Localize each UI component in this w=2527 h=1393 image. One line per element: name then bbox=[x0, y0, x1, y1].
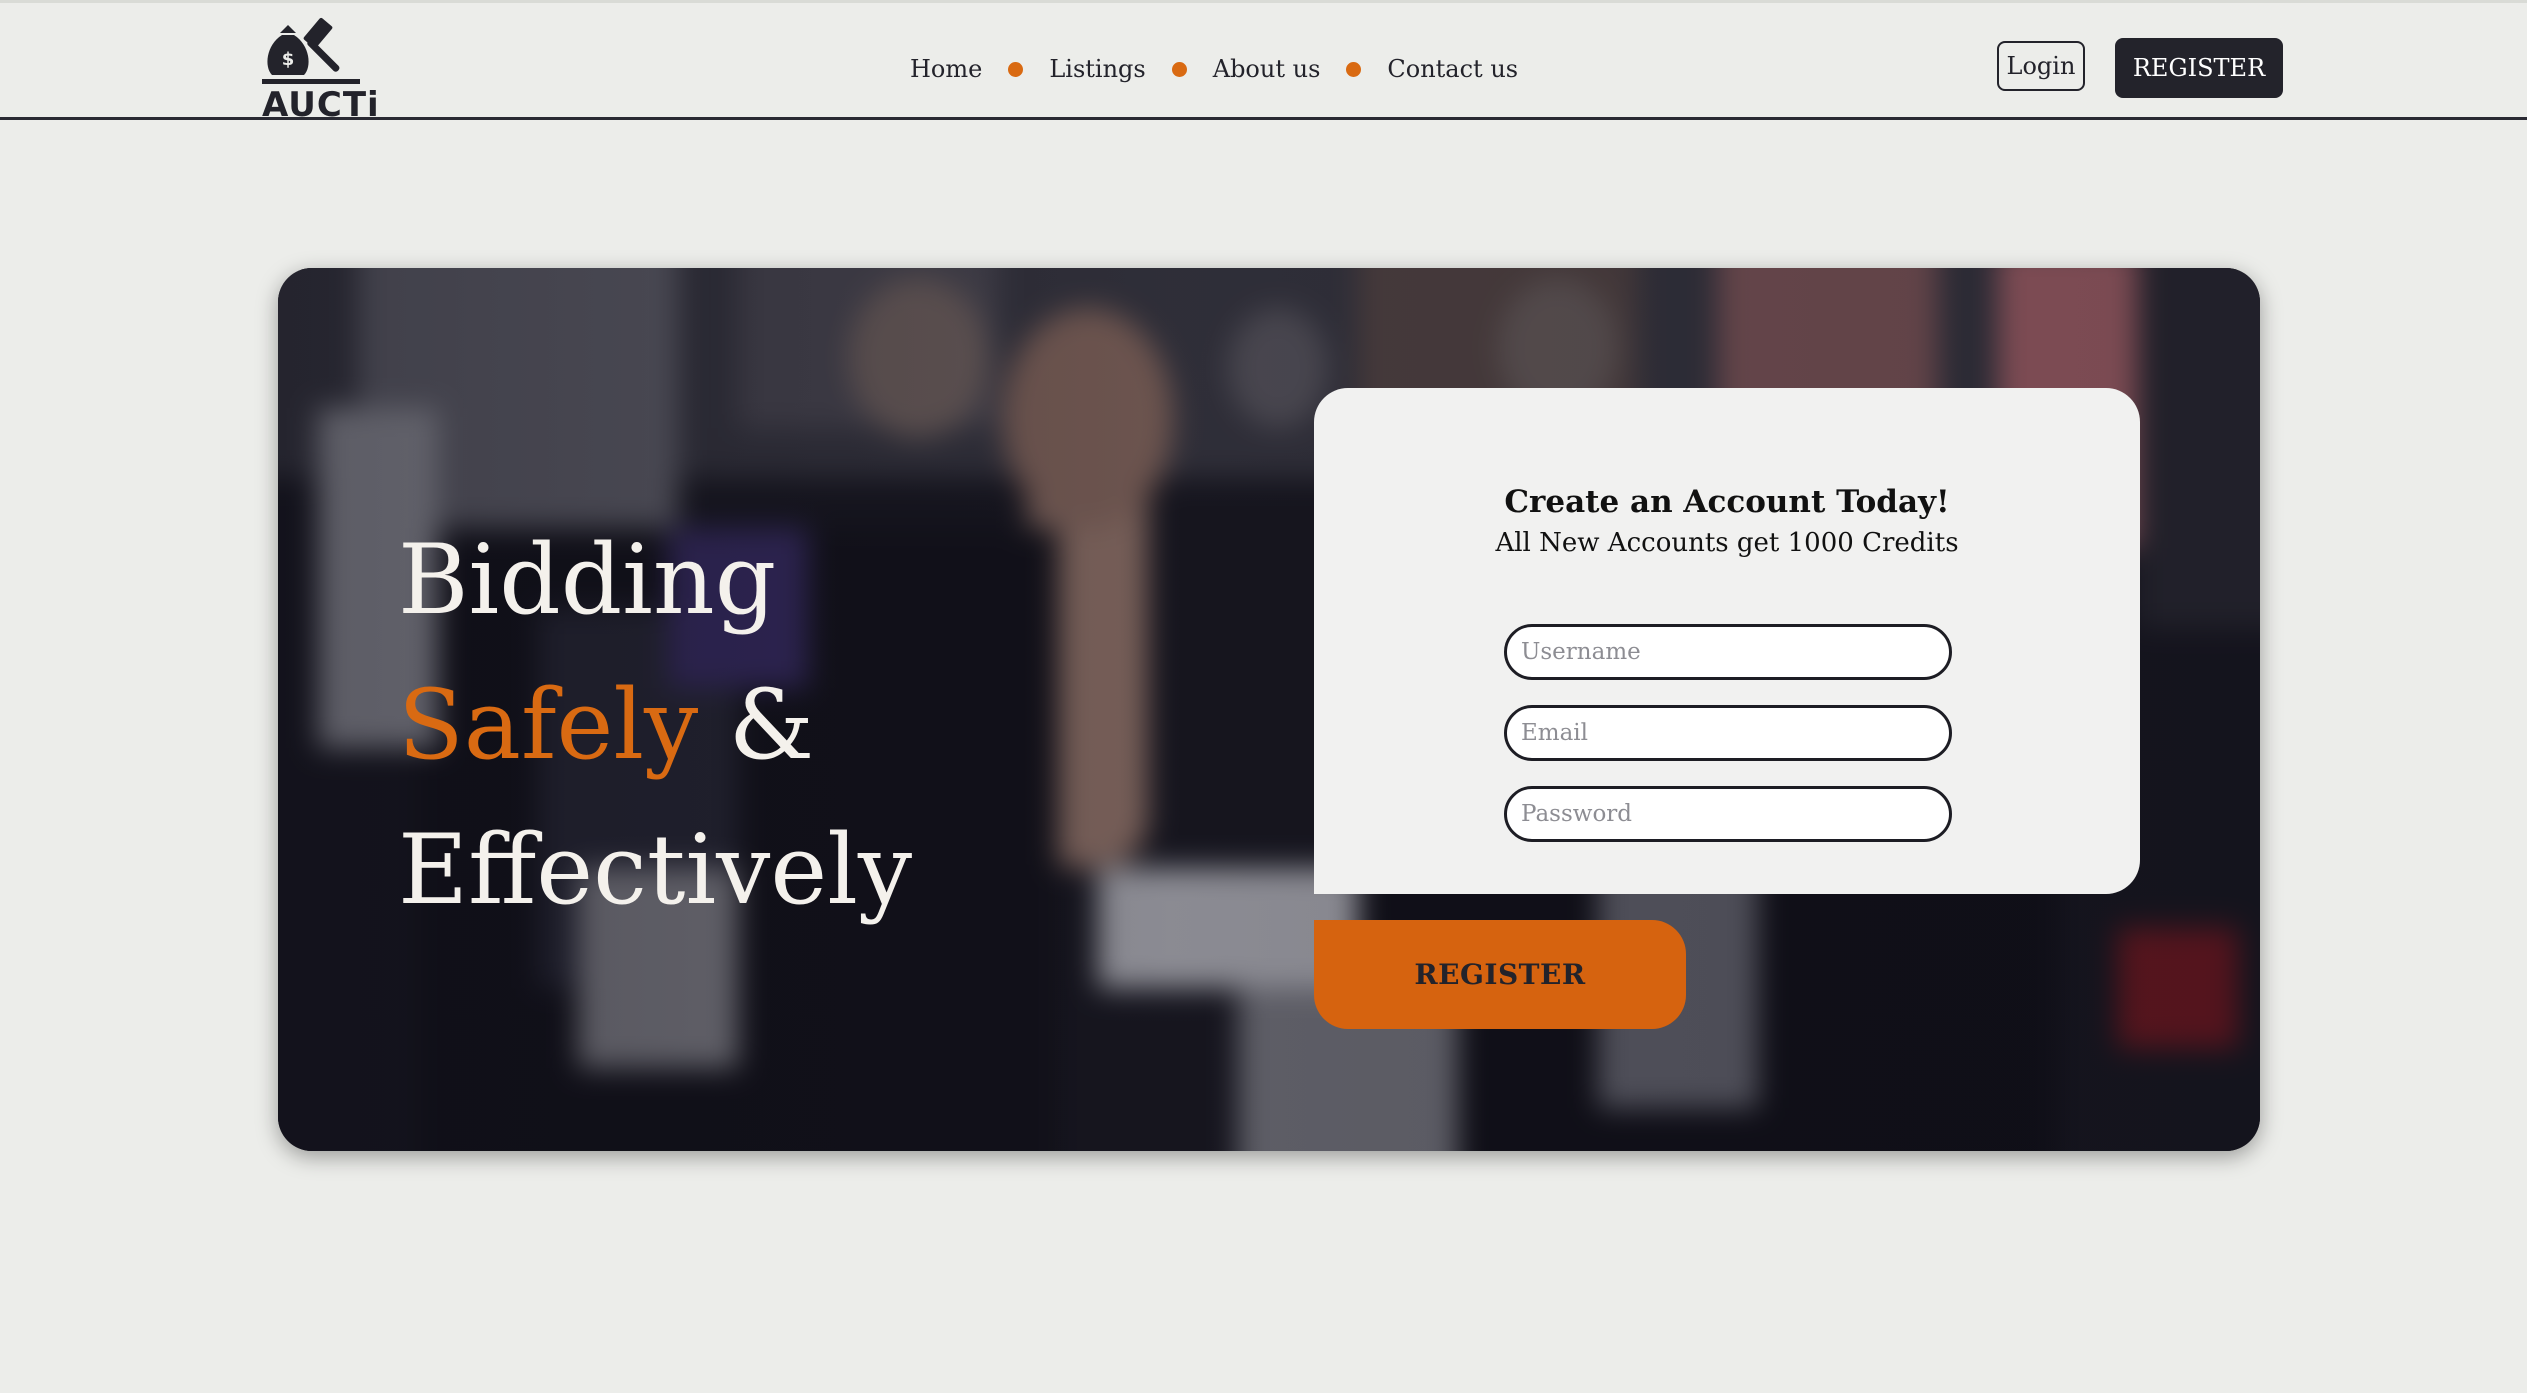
hero-headline: Bidding Safely & Effectively bbox=[398, 508, 912, 943]
login-button[interactable]: Login bbox=[1997, 41, 2085, 91]
logo[interactable]: $ AUCTi bbox=[258, 11, 379, 125]
username-input[interactable] bbox=[1504, 624, 1952, 680]
nav-about-us[interactable]: About us bbox=[1213, 55, 1321, 83]
signup-card: Create an Account Today! All New Account… bbox=[1314, 388, 2140, 894]
hero-banner: Bidding Safely & Effectively Create an A… bbox=[278, 268, 2260, 1151]
headline-line-1: Bidding bbox=[398, 524, 777, 636]
nav-separator-dot bbox=[1171, 61, 1187, 77]
signup-subtitle: All New Accounts get 1000 Credits bbox=[1495, 528, 1959, 558]
nav-listings[interactable]: Listings bbox=[1049, 55, 1145, 83]
site-header: $ AUCTi Home Listings About us Contact u… bbox=[0, 3, 2527, 125]
nav-home[interactable]: Home bbox=[910, 55, 982, 83]
headline-accent-word: Safely bbox=[398, 669, 699, 781]
main-nav: Home Listings About us Contact us bbox=[910, 47, 1518, 91]
signup-register-button[interactable]: REGISTER bbox=[1314, 920, 1686, 1029]
signup-title: Create an Account Today! bbox=[1504, 484, 1950, 520]
headline-ampersand: & bbox=[698, 669, 815, 781]
password-input[interactable] bbox=[1504, 786, 1952, 842]
gavel-money-bag-icon: $ bbox=[262, 17, 360, 84]
logo-text: AUCTi bbox=[262, 85, 380, 125]
headline-line-2: Safely & bbox=[398, 653, 912, 798]
header-register-button[interactable]: REGISTER bbox=[2115, 38, 2283, 98]
svg-text:$: $ bbox=[282, 49, 295, 70]
nav-contact-us[interactable]: Contact us bbox=[1387, 55, 1518, 83]
nav-separator-dot bbox=[1008, 61, 1024, 77]
email-input[interactable] bbox=[1504, 705, 1952, 761]
nav-separator-dot bbox=[1346, 61, 1362, 77]
headline-line-3: Effectively bbox=[398, 814, 913, 926]
